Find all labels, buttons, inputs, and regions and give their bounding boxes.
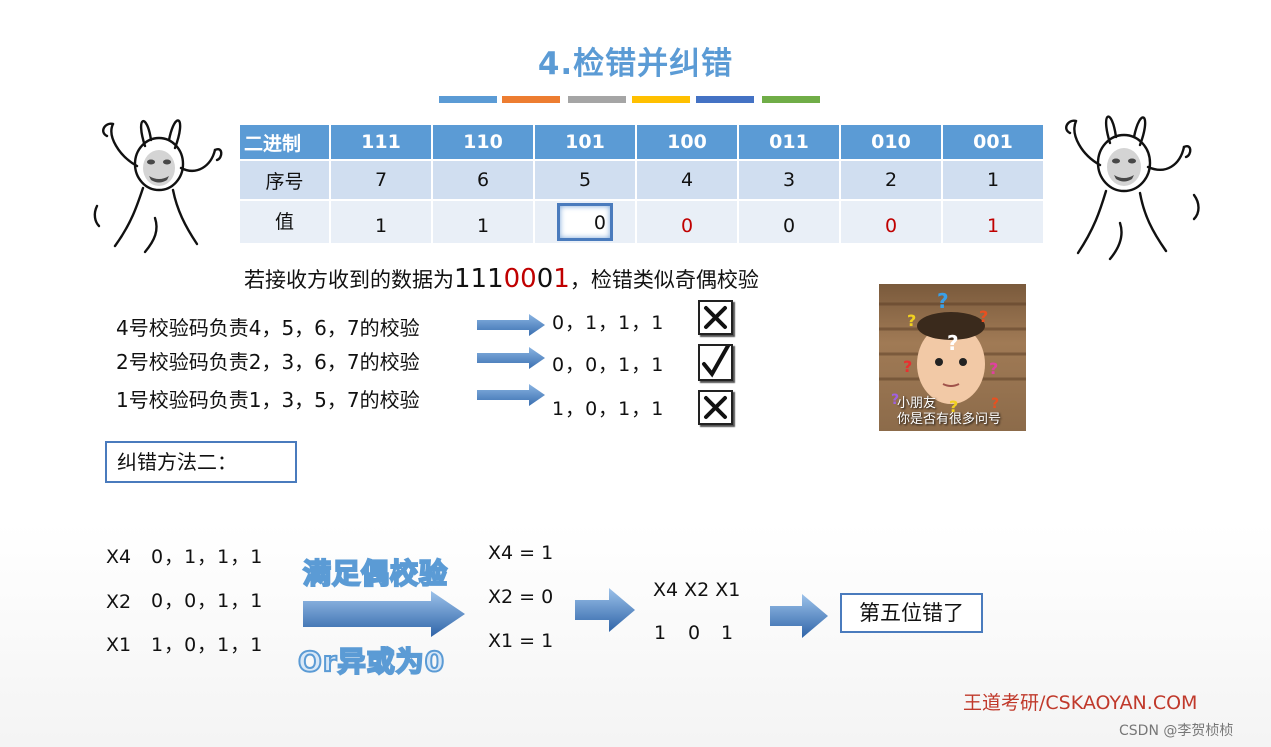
check-values-1: 1，0，1，1	[552, 398, 665, 420]
table-seq-cell: 4	[635, 159, 739, 201]
table-seq-cell: 5	[533, 159, 637, 201]
table-header-cell: 010	[839, 123, 943, 161]
result-x4: X4 = 1	[488, 542, 554, 564]
table-header-cell: 100	[635, 123, 739, 161]
baby-meme-image: ? ? ? ? ? ? ? ? ? 小朋友 你是否有很多问号	[879, 284, 1026, 431]
combined-bit-x1: 1	[721, 622, 734, 644]
conclusion-box: 第五位错了	[840, 593, 983, 633]
even-parity-label: 满足偶校验	[302, 556, 449, 591]
hamming-table: 二进制 111 110 101 100 011 010 001 序号 7 6 5…	[238, 123, 1045, 245]
check-mark-icon	[698, 342, 733, 381]
color-bar-2	[502, 96, 560, 103]
table-seq-cell: 3	[737, 159, 841, 201]
result-x1: X1 = 1	[488, 630, 554, 652]
highlighted-bit: 0	[557, 203, 613, 241]
row-label-x2: X2	[106, 591, 132, 613]
table-seq-cell: 6	[431, 159, 535, 201]
rabbit-sticker-left	[85, 106, 238, 258]
check-line-1: 1号校验码负责1，3，5，7的校验	[116, 388, 420, 412]
table-value-label: 值	[238, 199, 331, 245]
table-value-cell: 0	[839, 199, 943, 245]
table-value-cell-highlighted: 0	[533, 199, 637, 245]
combined-header: X4 X2 X1	[653, 579, 741, 601]
table-seq-cell: 2	[839, 159, 943, 201]
table-value-cell: 0	[737, 199, 841, 245]
row-label-x1: X1	[106, 634, 132, 656]
color-bar-6	[762, 96, 820, 103]
svg-text:?: ?	[979, 307, 988, 326]
rabbit-sticker-right	[1042, 99, 1211, 267]
table-seq-label: 序号	[238, 159, 331, 201]
table-value-row: 值 1 1 0 0 0 0 1	[238, 199, 1045, 245]
row-values-x4: 0，1，1，1	[151, 546, 264, 568]
page-title: 4.检错并纠错	[537, 46, 734, 82]
check-line-4: 4号校验码负责4，5，6，7的校验	[116, 316, 420, 340]
table-value-cell: 1	[329, 199, 433, 245]
table-header-cell: 001	[941, 123, 1045, 161]
received-bits-3: 0	[536, 264, 554, 294]
check-values-2: 0，0，1，1	[552, 354, 665, 376]
table-header-cell: 101	[533, 123, 637, 161]
meme-caption-line2: 你是否有很多问号	[897, 412, 1002, 427]
svg-text:?: ?	[907, 311, 916, 330]
cross-mark-icon	[698, 300, 733, 335]
svg-text:?: ?	[947, 331, 959, 355]
table-value-cell: 1	[941, 199, 1045, 245]
arrow-right-icon	[303, 591, 465, 637]
combined-bit-x4: 1	[654, 622, 667, 644]
table-header-label: 二进制	[238, 123, 331, 161]
received-bits-1: 111	[454, 264, 504, 294]
row-label-x4: X4	[106, 546, 132, 568]
csdn-watermark: CSDN @李贺桢桢	[1119, 723, 1234, 739]
cross-mark-icon	[698, 390, 733, 425]
received-prefix: 若接收方收到的数据为	[244, 268, 454, 292]
color-bar-5	[696, 96, 754, 103]
arrow-right-icon	[770, 594, 828, 638]
svg-text:?: ?	[937, 289, 949, 313]
arrow-right-icon	[477, 347, 545, 369]
table-value-cell: 1	[431, 199, 535, 245]
table-header-cell: 111	[329, 123, 433, 161]
received-suffix: ，检错类似奇偶校验	[569, 268, 759, 292]
arrow-right-icon	[477, 384, 545, 406]
xor-zero-label: Or异或为0	[297, 644, 446, 679]
footer-brand: 王道考研/CSKAOYAN.COM	[963, 692, 1198, 714]
color-bar-4	[632, 96, 690, 103]
check-line-2: 2号校验码负责2，3，6，7的校验	[116, 350, 420, 374]
table-seq-row: 序号 7 6 5 4 3 2 1	[238, 159, 1045, 201]
check-values-4: 0，1，1，1	[552, 312, 665, 334]
rabbit-left-icon	[93, 119, 223, 254]
table-seq-cell: 1	[941, 159, 1045, 201]
table-value-cell: 0	[635, 199, 739, 245]
table-header-cell: 011	[737, 123, 841, 161]
received-bits-2: 00	[503, 264, 537, 294]
table-header-cell: 110	[431, 123, 535, 161]
method2-title-box: 纠错方法二：	[105, 441, 297, 483]
arrow-right-icon	[575, 588, 635, 632]
row-values-x2: 0，0，1，1	[151, 590, 264, 612]
arrow-right-icon	[477, 314, 545, 336]
color-bar-1	[439, 96, 497, 103]
row-values-x1: 1，0，1，1	[151, 634, 264, 656]
meme-caption-line1: 小朋友	[897, 396, 937, 411]
result-x2: X2 = 0	[488, 586, 554, 608]
received-data-text: 若接收方收到的数据为1110001，检错类似奇偶校验	[244, 264, 759, 294]
combined-bit-x2: 0	[688, 622, 701, 644]
table-header-row: 二进制 111 110 101 100 011 010 001	[238, 123, 1045, 161]
svg-text:?: ?	[989, 359, 998, 378]
rabbit-right-icon	[1065, 115, 1200, 261]
svg-text:?: ?	[903, 357, 912, 376]
received-bits-4: 1	[553, 264, 570, 294]
table-seq-cell: 7	[329, 159, 433, 201]
color-bar-3	[568, 96, 626, 103]
